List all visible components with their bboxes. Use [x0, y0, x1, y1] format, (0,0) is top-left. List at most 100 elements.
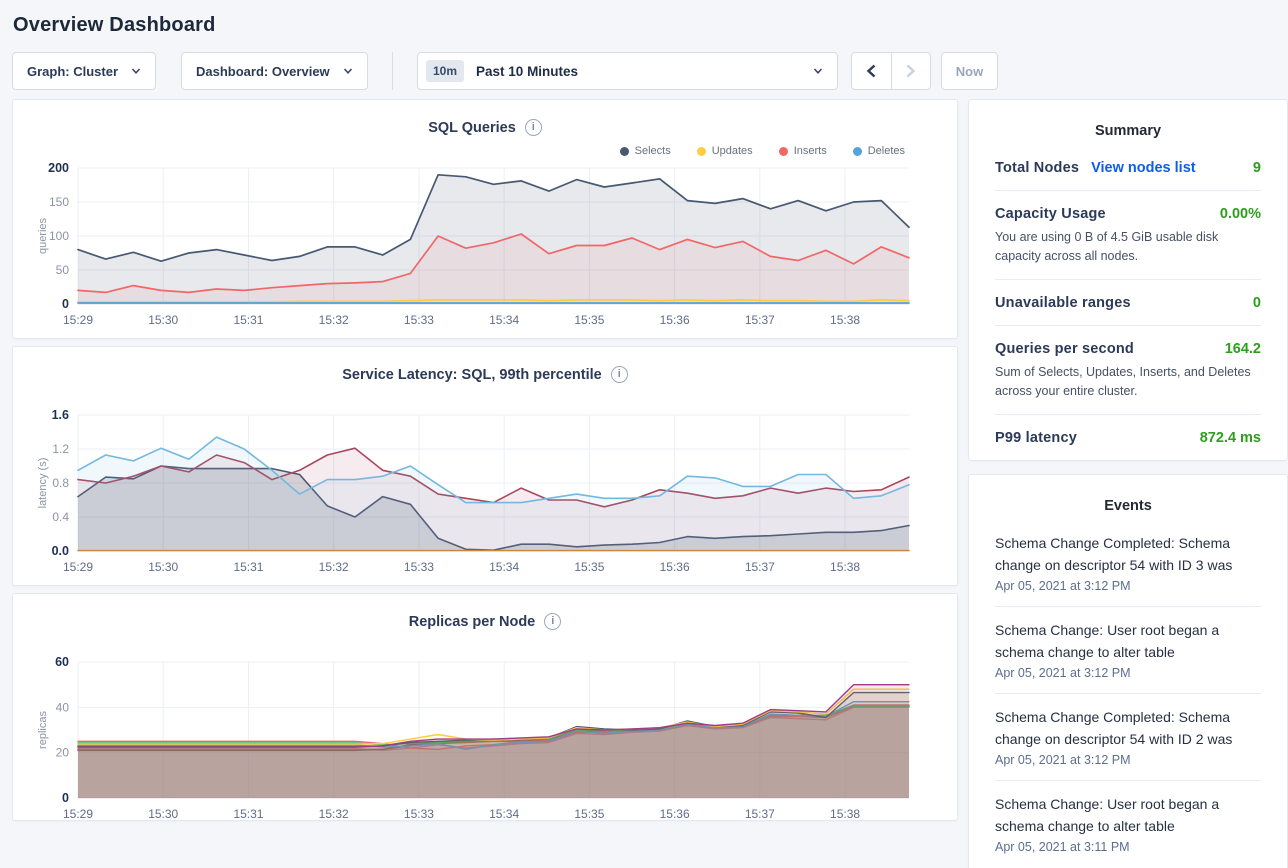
legend-label: Inserts: [794, 145, 827, 157]
chart-header: SQL Queries i: [13, 119, 957, 136]
now-button[interactable]: Now: [941, 52, 998, 90]
event-item: Schema Change Completed: Schema change o…: [995, 520, 1261, 603]
service-latency-panel: 15:2915:3015:3115:3215:3315:3415:3515:36…: [12, 346, 958, 586]
time-range-label: Past 10 Minutes: [476, 64, 813, 79]
time-back-button[interactable]: [852, 53, 891, 89]
chart-header: Service Latency: SQL, 99th percentile i: [13, 366, 957, 383]
service-latency-chart[interactable]: 15:2915:3015:3115:3215:3315:3415:3515:36…: [13, 347, 959, 587]
chart-legend: Selects Updates Inserts Deletes: [620, 145, 905, 157]
svg-text:15:38: 15:38: [830, 560, 860, 574]
now-button-label: Now: [956, 64, 983, 79]
svg-text:0.4: 0.4: [52, 510, 69, 524]
svg-text:20: 20: [56, 746, 70, 760]
svg-text:15:30: 15:30: [148, 313, 178, 327]
time-range-picker[interactable]: 10m Past 10 Minutes: [417, 52, 838, 90]
event-text: Schema Change Completed: Schema change o…: [995, 706, 1261, 750]
svg-text:100: 100: [49, 229, 69, 243]
events-title: Events: [995, 475, 1261, 520]
legend-item[interactable]: Deletes: [853, 145, 905, 157]
svg-text:15:37: 15:37: [745, 560, 775, 574]
svg-text:15:29: 15:29: [63, 560, 93, 574]
dashboard-dropdown-label: Dashboard: Overview: [196, 64, 330, 79]
summary-value: 0: [1253, 295, 1261, 311]
svg-text:15:30: 15:30: [148, 807, 178, 821]
summary-description: You are using 0 B of 4.5 GiB usable disk…: [995, 228, 1261, 267]
svg-text:0.0: 0.0: [52, 544, 69, 558]
chart-header: Replicas per Node i: [13, 613, 957, 630]
replicas-per-node-panel: 15:2915:3015:3115:3215:3315:3415:3515:36…: [12, 593, 958, 821]
event-item: Schema Change Completed: Schema change o…: [995, 694, 1261, 777]
svg-text:15:32: 15:32: [319, 807, 349, 821]
info-icon[interactable]: i: [611, 366, 628, 383]
legend-item[interactable]: Selects: [620, 145, 671, 157]
view-nodes-link[interactable]: View nodes list: [1091, 160, 1196, 176]
svg-text:15:31: 15:31: [233, 313, 263, 327]
event-date: Apr 05, 2021 at 3:12 PM: [995, 579, 1261, 593]
dashboard-dropdown[interactable]: Dashboard: Overview: [181, 52, 368, 90]
summary-panel: Summary Total Nodes View nodes list 9 Ca…: [968, 99, 1288, 461]
graph-dropdown[interactable]: Graph: Cluster: [12, 52, 156, 90]
charts-column: 15:29 15:30 15:31 15:32 15:33 15:34 15:35 15:36…: [12, 99, 958, 868]
page-title: Overview Dashboard: [0, 0, 1288, 37]
summary-label: Total Nodes: [995, 160, 1079, 176]
svg-text:replicas: replicas: [37, 711, 49, 749]
svg-text:15:37: 15:37: [745, 313, 775, 327]
svg-text:15:36: 15:36: [660, 560, 690, 574]
svg-text:0: 0: [62, 791, 69, 805]
svg-text:15:33: 15:33: [404, 560, 434, 574]
svg-text:15:31: 15:31: [233, 807, 263, 821]
legend-item[interactable]: Updates: [697, 145, 753, 157]
chart-title: Service Latency: SQL, 99th percentile: [342, 367, 602, 383]
svg-text:15:37: 15:37: [745, 807, 775, 821]
chevron-left-icon: [866, 64, 877, 78]
svg-text:15:32: 15:32: [319, 560, 349, 574]
svg-text:15:29: 15:29: [63, 313, 93, 327]
legend-label: Selects: [635, 145, 671, 157]
event-text: Schema Change: User root began a schema …: [995, 619, 1261, 663]
summary-description: Sum of Selects, Updates, Inserts, and De…: [995, 363, 1261, 402]
summary-label: Queries per second: [995, 341, 1134, 357]
summary-label: P99 latency: [995, 430, 1077, 446]
summary-title: Summary: [995, 100, 1261, 145]
events-list: Schema Change Completed: Schema change o…: [995, 520, 1261, 864]
summary-label: Unavailable ranges: [995, 295, 1131, 311]
svg-text:15:35: 15:35: [574, 807, 604, 821]
svg-text:15:34: 15:34: [489, 560, 519, 574]
svg-text:15:35: 15:35: [574, 313, 604, 327]
svg-text:15:33: 15:33: [404, 807, 434, 821]
time-nav-group: [851, 52, 931, 90]
svg-text:15:36: 15:36: [660, 313, 690, 327]
svg-text:15:32: 15:32: [319, 313, 349, 327]
info-icon[interactable]: i: [544, 613, 561, 630]
summary-value: 872.4 ms: [1200, 430, 1261, 446]
sidebar-column: Summary Total Nodes View nodes list 9 Ca…: [968, 99, 1288, 868]
time-forward-button[interactable]: [891, 53, 930, 89]
svg-text:60: 60: [55, 655, 69, 669]
summary-row-p99-latency: P99 latency 872.4 ms: [995, 415, 1261, 460]
event-item: Schema Change: User root began a schema …: [995, 607, 1261, 690]
event-text: Schema Change: User root began a schema …: [995, 793, 1261, 837]
event-date: Apr 05, 2021 at 3:12 PM: [995, 753, 1261, 767]
legend-item[interactable]: Inserts: [779, 145, 827, 157]
legend-swatch: [853, 147, 862, 156]
svg-text:15:35: 15:35: [574, 560, 604, 574]
info-icon[interactable]: i: [525, 119, 542, 136]
legend-label: Updates: [712, 145, 753, 157]
toolbar: Graph: Cluster Dashboard: Overview 10m P…: [12, 52, 1276, 90]
summary-row-unavailable-ranges: Unavailable ranges 0: [995, 280, 1261, 325]
summary-value: 0.00%: [1220, 206, 1261, 222]
summary-value: 164.2: [1225, 341, 1261, 357]
svg-text:0.8: 0.8: [52, 476, 69, 490]
svg-text:1.2: 1.2: [52, 442, 69, 456]
svg-text:15:36: 15:36: [660, 807, 690, 821]
svg-text:40: 40: [56, 700, 70, 714]
legend-swatch: [779, 147, 788, 156]
svg-text:150: 150: [49, 195, 69, 209]
chevron-down-icon: [343, 66, 353, 76]
svg-text:queries: queries: [37, 217, 49, 254]
svg-text:15:33: 15:33: [404, 313, 434, 327]
sql-queries-chart[interactable]: 15:2915:3015:3115:3215:3315:3415:3515:36…: [13, 100, 959, 340]
toolbar-divider: [392, 52, 393, 90]
summary-value: 9: [1253, 160, 1261, 176]
event-date: Apr 05, 2021 at 3:12 PM: [995, 666, 1261, 680]
